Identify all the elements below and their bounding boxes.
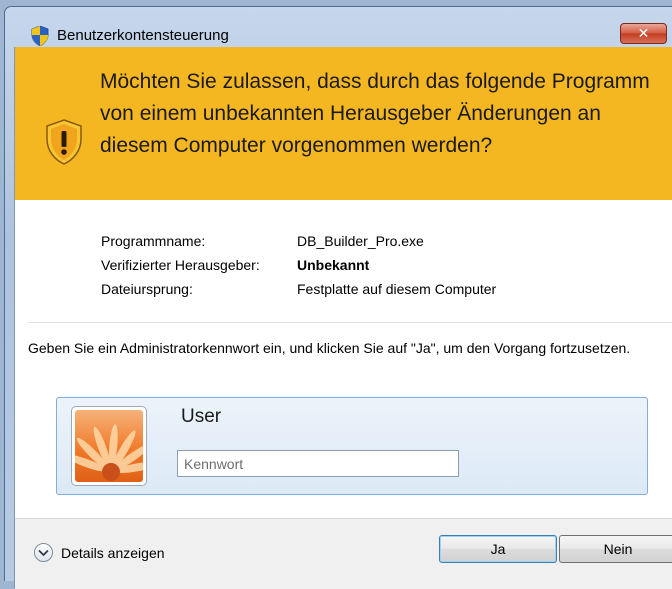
uac-dialog-window: Benutzerkontensteuerung ✕ Möchten Sie zu…: [4, 6, 672, 589]
no-button[interactable]: Nein: [559, 535, 672, 563]
publisher-label: Verifizierter Herausgeber:: [101, 257, 260, 273]
flower-avatar-icon: [71, 406, 147, 486]
admin-prompt-text: Geben Sie ein Administratorkennwort ein,…: [28, 340, 631, 356]
title-bar[interactable]: Benutzerkontensteuerung ✕: [5, 7, 672, 47]
uac-shield-icon: [31, 25, 49, 47]
credential-tile: User: [56, 397, 648, 495]
origin-row: Dateiursprung: Festplatte auf diesem Com…: [101, 277, 496, 301]
show-details-label: Details anzeigen: [61, 544, 165, 561]
show-details-toggle[interactable]: Details anzeigen: [34, 543, 165, 562]
close-button[interactable]: ✕: [620, 23, 667, 44]
dialog-footer: Details anzeigen Ja Nein: [15, 518, 672, 589]
chevron-down-icon: [34, 543, 53, 562]
window-title: Benutzerkontensteuerung: [57, 27, 229, 44]
program-name-row: Programmname: DB_Builder_Pro.exe: [101, 229, 496, 253]
publisher-value: Unbekannt: [297, 257, 370, 273]
program-name-label: Programmname:: [101, 233, 206, 249]
program-name-value: DB_Builder_Pro.exe: [297, 233, 424, 249]
divider: [28, 322, 672, 323]
publisher-row: Verifizierter Herausgeber: Unbekannt: [101, 253, 496, 277]
username-label: User: [181, 406, 222, 427]
program-details: Programmname: DB_Builder_Pro.exe Verifiz…: [101, 229, 496, 301]
close-icon: ✕: [637, 25, 650, 41]
warning-banner: Möchten Sie zulassen, dass durch das fol…: [15, 47, 672, 200]
password-field[interactable]: [177, 450, 459, 477]
banner-question: Möchten Sie zulassen, dass durch das fol…: [100, 70, 650, 157]
origin-label: Dateiursprung:: [101, 281, 193, 297]
origin-value: Festplatte auf diesem Computer: [297, 281, 497, 297]
dialog-content: Möchten Sie zulassen, dass durch das fol…: [14, 47, 672, 589]
yes-button[interactable]: Ja: [439, 535, 557, 563]
warning-shield-icon: [45, 119, 83, 165]
